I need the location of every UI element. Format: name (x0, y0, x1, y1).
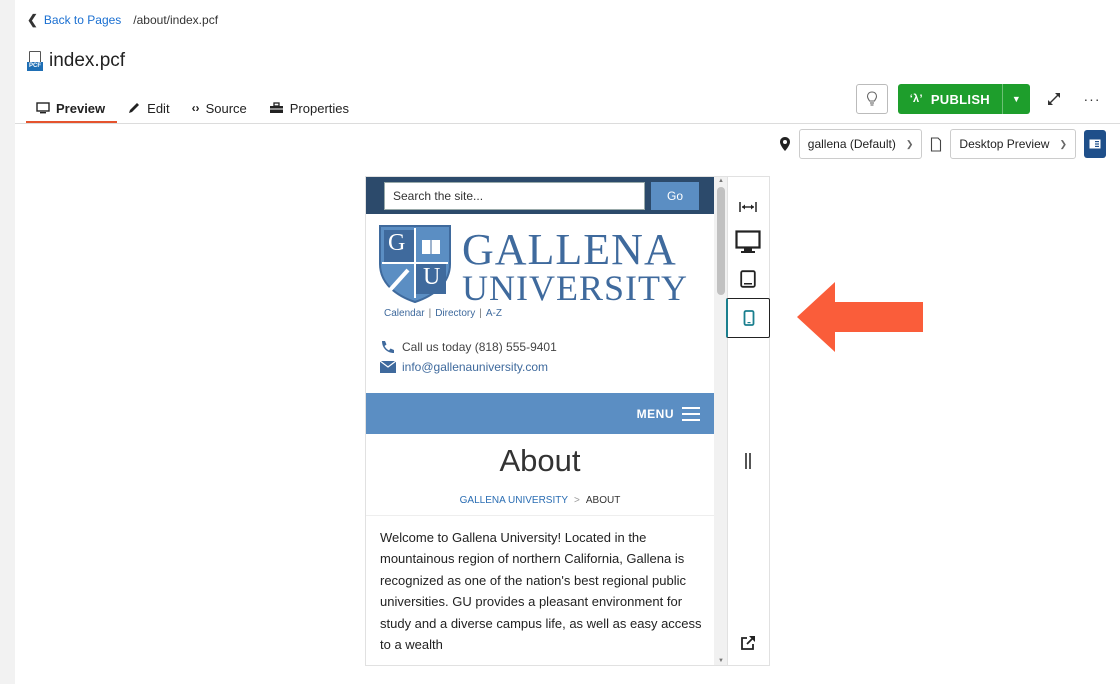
menu-label: MENU (636, 406, 674, 421)
site-preview: Search the site... Go G U GALLENA UNIVER… (366, 177, 714, 665)
toolbox-icon (269, 102, 283, 113)
external-link-icon (741, 636, 755, 650)
expand-icon (1048, 93, 1060, 105)
header-divider (15, 123, 1120, 124)
mobile-phone-icon (743, 310, 754, 326)
email-link[interactable]: info@gallenauniversity.com (402, 360, 548, 374)
open-in-new-window-button[interactable] (726, 623, 770, 663)
quicklink-directory[interactable]: Directory (435, 308, 475, 319)
breadcrumb-current: ABOUT (585, 495, 621, 506)
pencil-icon (129, 103, 140, 113)
site-page-heading: About (499, 443, 581, 478)
site-body-text: Welcome to Gallena University! Located i… (380, 530, 702, 653)
envelope-icon (380, 361, 396, 373)
more-options-button[interactable]: ··· (1078, 84, 1106, 114)
university-logo[interactable]: G U GALLENA UNIVERSITY (366, 224, 714, 308)
tab-edit[interactable]: Edit (116, 96, 180, 120)
tab-source-label: Source (205, 100, 247, 116)
chevron-down-icon: ❯ (1059, 138, 1067, 149)
phone-row: Call us today (818) 555-9401 (380, 337, 714, 357)
preview-frame: Search the site... Go G U GALLENA UNIVER… (365, 176, 728, 666)
breadcrumb-separator: > (574, 495, 580, 506)
back-to-pages-label: Back to Pages (43, 13, 122, 27)
quicklink-separator: | (428, 308, 432, 319)
mobile-view-button[interactable] (726, 298, 770, 338)
desktop-view-button[interactable] (726, 222, 770, 262)
site-search-bar: Search the site... Go (366, 177, 714, 214)
fit-width-icon (739, 202, 757, 212)
preview-mode-select[interactable]: Desktop Preview ❯ (950, 129, 1076, 159)
annotation-arrow-icon (797, 282, 923, 352)
tab-source[interactable]: ‹› Source (181, 96, 258, 120)
publish-button[interactable]: ‘λ’ PUBLISH ▼ (897, 84, 1030, 114)
server-select-value: gallena (Default) (807, 137, 896, 151)
quicklink-a-z[interactable]: A-Z (486, 308, 502, 319)
email-row: info@gallenauniversity.com (380, 357, 714, 377)
pcf-file-icon: PCF (27, 51, 43, 71)
breadcrumb: ❮ Back to Pages /about/index.pcf (27, 12, 218, 28)
university-wordmark: GALLENA UNIVERSITY (462, 225, 688, 308)
tab-preview[interactable]: Preview (25, 96, 116, 120)
scroll-up-arrow-icon[interactable]: ▲ (717, 177, 725, 185)
fullscreen-button[interactable] (1040, 84, 1068, 114)
tab-preview-label: Preview (56, 100, 106, 116)
scrollbar-thumb[interactable] (717, 187, 725, 295)
site-menu-bar[interactable]: MENU (366, 393, 714, 434)
wordmark-line-2: UNIVERSITY (462, 267, 688, 308)
tablet-icon (740, 270, 756, 288)
contact-info: Call us today (818) 555-9401 info@gallen… (380, 337, 714, 377)
publish-label: PUBLISH (930, 91, 990, 107)
app-window: ❮ Back to Pages /about/index.pcf PCF ind… (15, 0, 1120, 684)
broadcast-icon: ‘λ’ (909, 93, 923, 105)
site-search-go-button[interactable]: Go (651, 181, 699, 210)
preview-controls: gallena (Default) ❯ Desktop Preview ❯ (779, 129, 1106, 159)
device-size-rail (726, 176, 770, 666)
monitor-icon (36, 102, 50, 114)
phone-number: Call us today (818) 555-9401 (402, 340, 557, 354)
page-actions: ‘λ’ PUBLISH ▼ ··· (855, 84, 1106, 114)
shield-letter-g: G (388, 230, 406, 256)
phone-icon (382, 341, 394, 353)
hint-button[interactable] (855, 84, 888, 114)
shield-letter-u: U (423, 264, 441, 290)
desktop-icon (735, 230, 761, 253)
back-to-pages-link[interactable]: ❮ Back to Pages (27, 12, 121, 28)
publish-dropdown-caret[interactable]: ▼ (1002, 84, 1030, 114)
pcf-file-icon-tag: PCF (27, 62, 43, 71)
panel-icon (1089, 139, 1101, 149)
tab-edit-label: Edit (147, 100, 170, 116)
quick-links: Calendar | Directory | A-Z (384, 308, 714, 319)
preview-mode-value: Desktop Preview (959, 137, 1050, 151)
side-panel-toggle[interactable] (1084, 130, 1106, 158)
lightbulb-icon (866, 91, 877, 106)
tab-properties-label: Properties (289, 100, 350, 116)
quicklink-separator: | (479, 308, 482, 319)
tablet-view-button[interactable] (726, 259, 770, 299)
file-name: index.pcf (49, 50, 126, 71)
code-icon: ‹› (191, 101, 200, 115)
document-icon (931, 136, 942, 152)
site-breadcrumb: GALLENA UNIVERSITY > ABOUT (366, 495, 714, 506)
hamburger-icon (682, 406, 700, 421)
page-title: PCF index.pcf (27, 50, 125, 72)
publish-main-button[interactable]: ‘λ’ PUBLISH (898, 84, 1002, 114)
breadcrumb-divider (366, 515, 714, 516)
resize-handle-icon[interactable] (745, 453, 751, 469)
map-pin-icon (779, 137, 790, 151)
fit-width-button[interactable] (726, 187, 770, 227)
server-select[interactable]: gallena (Default) ❯ (798, 129, 923, 159)
ellipsis-icon: ··· (1083, 91, 1101, 107)
file-path: /about/index.pcf (133, 13, 219, 27)
scroll-down-arrow-icon[interactable]: ▼ (717, 657, 725, 665)
quicklink-calendar[interactable]: Calendar (384, 308, 425, 319)
breadcrumb-home-link[interactable]: GALLENA UNIVERSITY (460, 495, 568, 506)
chevron-left-icon: ❮ (27, 12, 38, 27)
view-tabs: Preview Edit ‹› Source Properties (25, 96, 360, 120)
wordmark-line-1: GALLENA (462, 225, 677, 274)
site-search-input[interactable]: Search the site... (384, 181, 645, 210)
tab-properties[interactable]: Properties (258, 96, 360, 120)
chevron-down-icon: ❯ (905, 138, 914, 149)
